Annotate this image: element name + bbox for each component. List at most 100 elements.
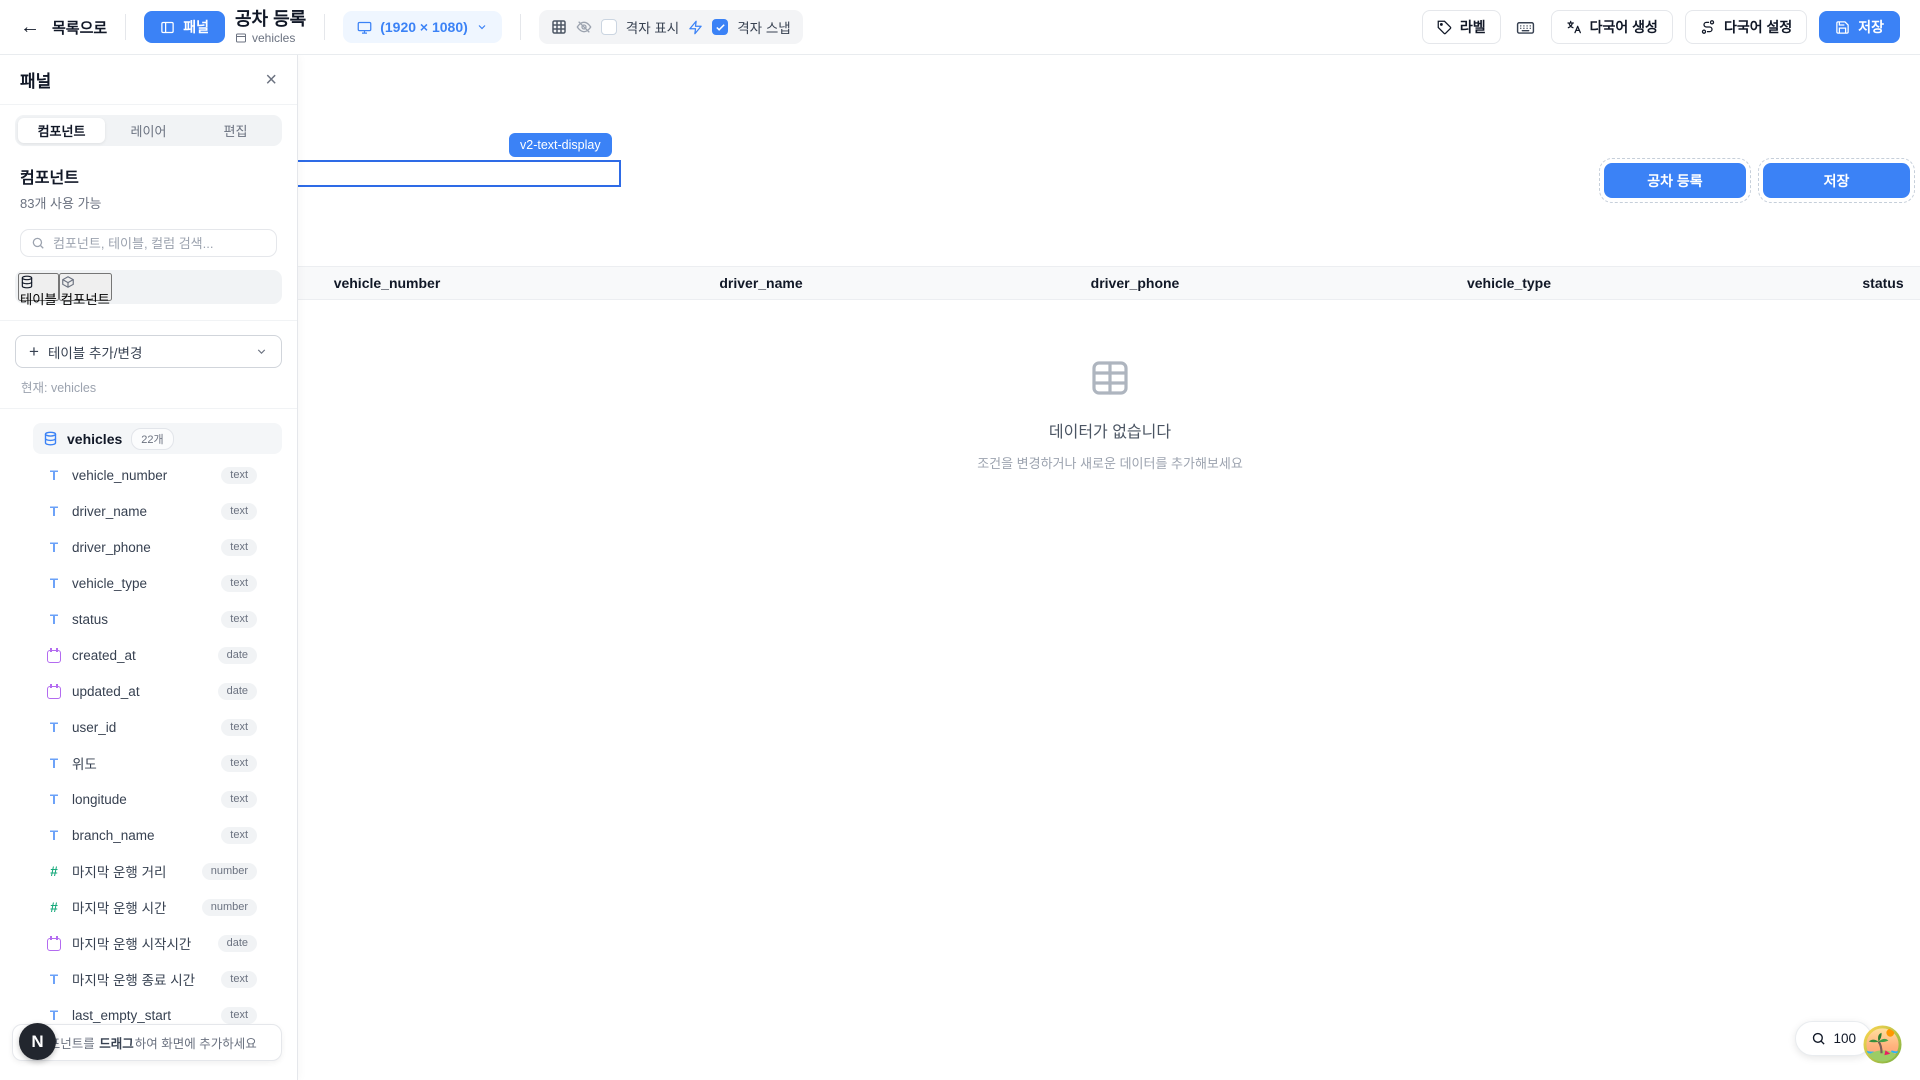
- magnifier-icon: [1811, 1031, 1826, 1046]
- island-theme-button[interactable]: [1863, 1025, 1902, 1064]
- field-row[interactable]: longitude text: [0, 781, 297, 817]
- save-icon: [1835, 20, 1850, 35]
- i18n-generate-button[interactable]: 다국어 생성: [1551, 10, 1673, 44]
- data-grid-column-header[interactable]: driver_phone: [948, 267, 1322, 299]
- field-row[interactable]: updated_at date: [0, 673, 297, 709]
- tag-icon: [1437, 20, 1452, 35]
- divider: [125, 14, 126, 40]
- zoom-control[interactable]: 100: [1795, 1021, 1872, 1056]
- back-label: 목록으로: [52, 17, 107, 38]
- divider: [0, 320, 297, 321]
- field-row[interactable]: 위도 text: [0, 745, 297, 781]
- table-row-vehicles[interactable]: vehicles 22개: [33, 423, 282, 454]
- field-name: 마지막 운행 시간: [72, 897, 192, 917]
- save-button[interactable]: 저장: [1819, 11, 1900, 43]
- add-change-table-button[interactable]: + 테이블 추가/변경: [15, 335, 282, 368]
- components-available-count: 83개 사용 가능: [20, 193, 277, 212]
- source-tab-components[interactable]: 컴포넌트: [59, 273, 112, 301]
- selected-component-tag-badge: v2-text-display: [509, 133, 612, 157]
- data-grid-column-header[interactable]: vehicle_type: [1322, 267, 1696, 299]
- grid-snap-label: 격자 스냅: [737, 17, 790, 37]
- field-row[interactable]: branch_name text: [0, 817, 297, 853]
- data-grid-column-header[interactable]: status: [1696, 267, 1920, 299]
- field-row[interactable]: 마지막 운행 시작시간 date: [0, 925, 297, 961]
- resolution-dropdown[interactable]: (1920 × 1080): [343, 11, 502, 43]
- zoom-level-value: 100: [1833, 1031, 1856, 1046]
- divider: [520, 14, 521, 40]
- field-row[interactable]: status text: [0, 601, 297, 637]
- database-icon: [20, 275, 57, 289]
- grid-show-checkbox[interactable]: [601, 19, 617, 35]
- tab-edit[interactable]: 편집: [192, 118, 279, 143]
- field-type-icon: [46, 719, 62, 735]
- field-type-badge: text: [221, 539, 257, 556]
- field-row[interactable]: user_id text: [0, 709, 297, 745]
- field-type-badge: text: [221, 755, 257, 772]
- field-type-badge: text: [221, 467, 257, 484]
- close-icon[interactable]: ×: [265, 70, 277, 90]
- grid-snap-checkbox[interactable]: [712, 19, 728, 35]
- label-button-text: 라벨: [1460, 17, 1486, 37]
- bound-table-name: vehicles: [252, 31, 295, 45]
- database-icon: [43, 431, 58, 446]
- source-tab-tables[interactable]: 테이블: [18, 273, 59, 301]
- component-search: [20, 229, 277, 257]
- field-name: vehicle_type: [72, 576, 211, 591]
- app-logo-button[interactable]: N: [19, 1023, 56, 1060]
- i18n-generate-text: 다국어 생성: [1590, 17, 1658, 37]
- empty-state-title: 데이터가 없습니다: [1049, 418, 1171, 442]
- canvas-register-vehicle-button[interactable]: 공차 등록: [1604, 163, 1746, 198]
- field-row[interactable]: 마지막 운행 거리 number: [0, 853, 297, 889]
- field-type-icon: [46, 539, 62, 555]
- field-type-badge: text: [221, 503, 257, 520]
- field-row[interactable]: driver_phone text: [0, 529, 297, 565]
- page-title-block: 공차 등록 vehicles: [235, 9, 306, 46]
- field-type-badge: date: [218, 935, 257, 952]
- field-type-icon: [46, 899, 62, 915]
- grid-options-toolbar: 격자 표시 격자 스냅: [539, 10, 803, 44]
- label-button[interactable]: 라벨: [1422, 10, 1501, 44]
- field-name: status: [72, 612, 211, 627]
- field-type-badge: number: [202, 863, 257, 880]
- field-type-icon: [46, 935, 62, 951]
- route-icon: [1700, 19, 1716, 35]
- field-type-icon: [46, 647, 62, 663]
- i18n-settings-button[interactable]: 다국어 설정: [1685, 10, 1807, 44]
- data-grid-column-header[interactable]: driver_name: [574, 267, 948, 299]
- search-input[interactable]: [53, 236, 266, 251]
- field-type-badge: number: [202, 899, 257, 916]
- panel-toggle-button[interactable]: 패널: [144, 11, 225, 43]
- translate-icon: [1566, 19, 1582, 35]
- canvas-save-button[interactable]: 저장: [1763, 163, 1910, 198]
- empty-state-subtitle: 조건을 변경하거나 새로운 데이터를 추가해보세요: [977, 453, 1243, 472]
- panel-button-label: 패널: [183, 17, 209, 37]
- field-row[interactable]: 마지막 운행 종료 시간 text: [0, 961, 297, 997]
- keyboard-shortcuts-button[interactable]: [1513, 14, 1539, 40]
- field-name: 마지막 운행 시작시간: [72, 933, 208, 953]
- field-row[interactable]: vehicle_type text: [0, 565, 297, 601]
- back-to-list-button[interactable]: ← 목록으로: [20, 17, 107, 38]
- field-name: branch_name: [72, 828, 211, 843]
- field-name: last_empty_start: [72, 1008, 211, 1023]
- empty-state: 데이터가 없습니다 조건을 변경하거나 새로운 데이터를 추가해보세요: [910, 358, 1310, 472]
- tab-layers[interactable]: 레이어: [105, 118, 192, 143]
- field-type-icon: [46, 575, 62, 591]
- resolution-value: (1920 × 1080): [380, 19, 468, 35]
- grid-icon[interactable]: [551, 19, 567, 35]
- page-title: 공차 등록: [235, 9, 306, 30]
- field-name: created_at: [72, 648, 208, 663]
- window-icon: [235, 32, 247, 44]
- components-section-title: 컴포넌트: [20, 164, 277, 188]
- field-type-badge: date: [218, 647, 257, 664]
- field-row[interactable]: vehicle_number text: [0, 457, 297, 493]
- field-name: user_id: [72, 720, 211, 735]
- save-button-text: 저장: [1858, 17, 1884, 37]
- lightning-icon[interactable]: [688, 20, 703, 35]
- field-row[interactable]: created_at date: [0, 637, 297, 673]
- field-name: driver_phone: [72, 540, 211, 555]
- field-name: 위도: [72, 753, 211, 773]
- field-row[interactable]: driver_name text: [0, 493, 297, 529]
- tab-components[interactable]: 컴포넌트: [18, 118, 105, 143]
- eye-off-icon[interactable]: [576, 19, 592, 35]
- field-row[interactable]: 마지막 운행 시간 number: [0, 889, 297, 925]
